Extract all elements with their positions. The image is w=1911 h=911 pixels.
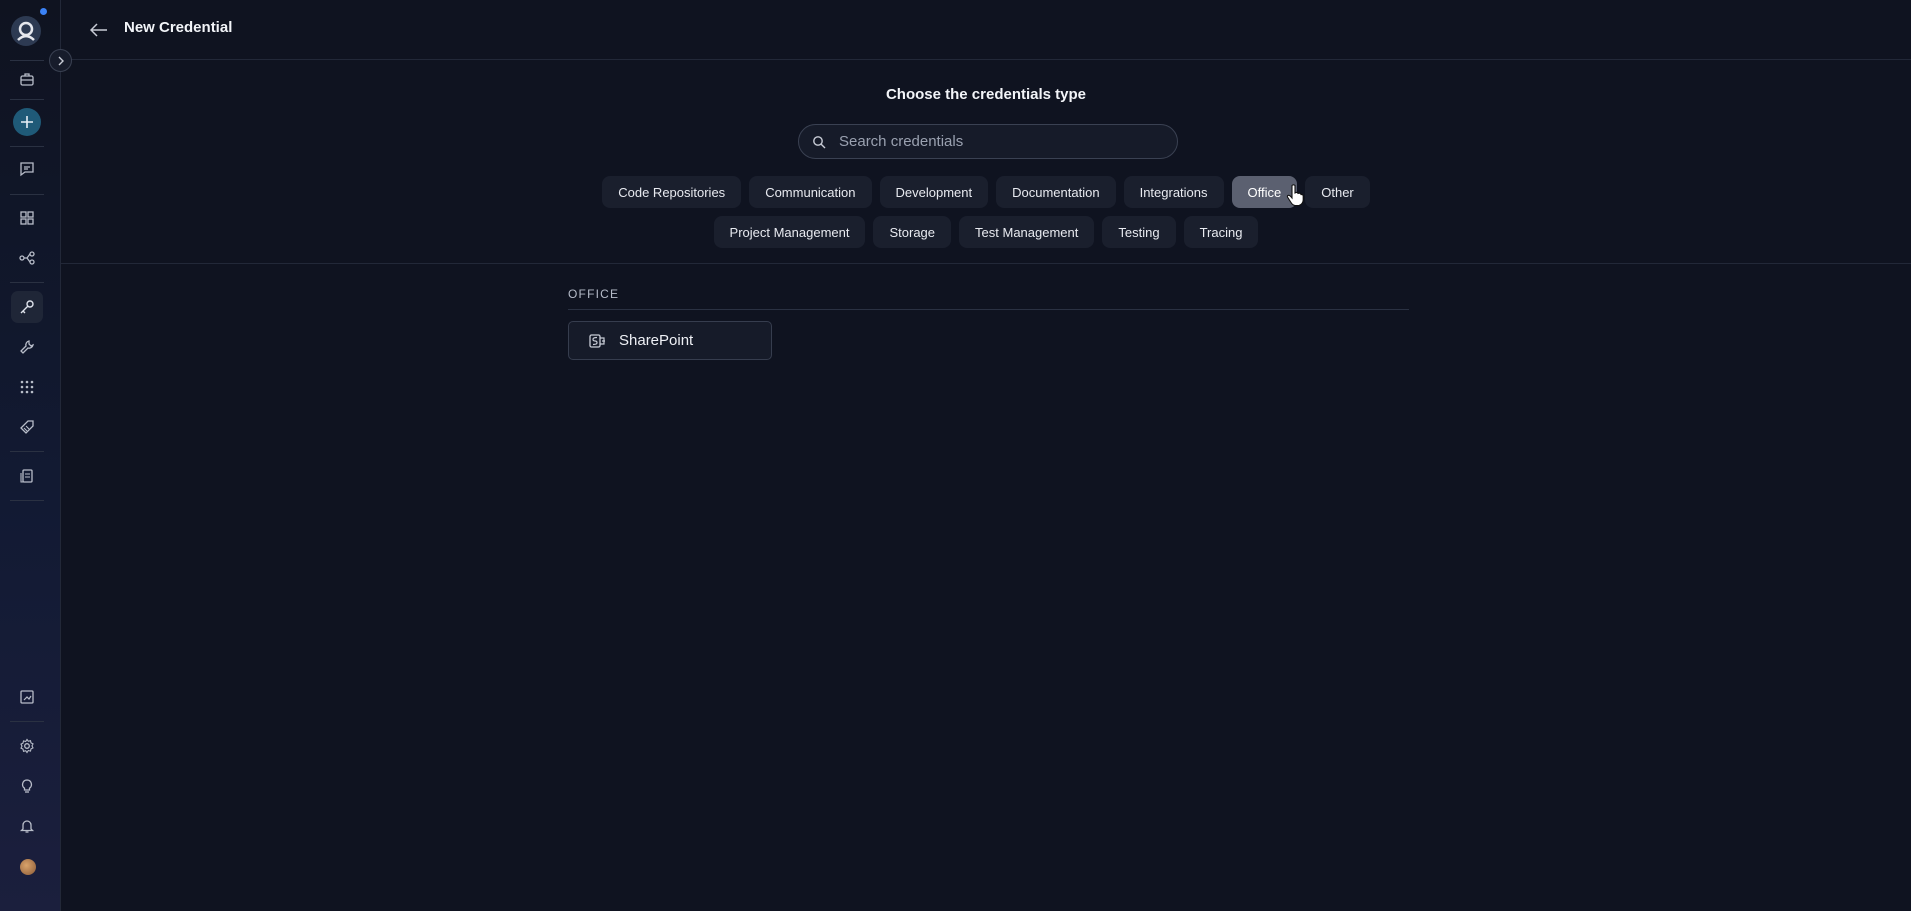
section-rule (568, 309, 1409, 310)
sidebar-divider (10, 60, 44, 61)
category-chip-integrations[interactable]: Integrations (1123, 176, 1224, 208)
briefcase-icon (20, 73, 34, 86)
sidebar-item-dashboard[interactable] (11, 202, 43, 234)
category-chip-test-management[interactable]: Test Management (959, 216, 1095, 248)
credential-label: SharePoint (619, 332, 694, 349)
wrench-icon (20, 340, 34, 354)
search-icon (813, 135, 826, 148)
sidebar-item-apps[interactable] (11, 371, 43, 403)
flow-icon (19, 251, 35, 265)
section-label: OFFICE (568, 287, 620, 301)
search-box[interactable] (798, 124, 1178, 159)
sidebar-divider (10, 146, 44, 147)
sidebar-item-credentials[interactable] (11, 291, 43, 323)
category-chip-testing[interactable]: Testing (1102, 216, 1176, 248)
settings-icon (20, 738, 34, 754)
bell-icon (19, 820, 35, 833)
hand-cursor-icon (1286, 184, 1304, 207)
tag-icon (20, 420, 34, 434)
category-chip-project-management[interactable]: Project Management (713, 216, 866, 248)
credential-card-sharepoint[interactable]: SharePoint (568, 321, 772, 360)
sidebar-divider (10, 194, 44, 195)
back-button[interactable] (87, 18, 111, 42)
page-title: New Credential (124, 19, 233, 36)
grid-icon (20, 211, 34, 225)
category-filters-row-1: Code Repositories Communication Developm… (61, 176, 1911, 208)
logo[interactable] (11, 16, 41, 46)
notification-dot (40, 8, 47, 15)
top-bar: New Credential (61, 0, 1911, 60)
lightbulb-icon (21, 779, 33, 793)
sidebar (0, 0, 61, 911)
category-chip-code-repositories[interactable]: Code Repositories (602, 176, 742, 208)
sidebar-item-workspaces[interactable] (11, 63, 43, 95)
sidebar-item-documents[interactable] (11, 460, 43, 492)
sidebar-item-settings[interactable] (11, 730, 43, 762)
category-filters-row-2: Project Management Storage Test Manageme… (61, 216, 1911, 248)
search-input[interactable] (839, 133, 1159, 150)
sidebar-item-tools[interactable] (11, 331, 43, 363)
avatar[interactable] (20, 859, 36, 875)
sidebar-divider (10, 500, 44, 501)
sidebar-divider (10, 282, 44, 283)
category-chip-documentation[interactable]: Documentation (996, 176, 1116, 208)
sidebar-item-chat[interactable] (11, 153, 43, 185)
apps-icon (20, 380, 34, 394)
document-icon (20, 469, 33, 483)
sidebar-item-flows[interactable] (11, 242, 43, 274)
sidebar-item-notifications[interactable] (11, 810, 43, 842)
category-chip-development[interactable]: Development (879, 176, 989, 208)
category-chip-tracing[interactable]: Tracing (1183, 216, 1259, 248)
report-icon (20, 690, 34, 704)
chevron-right-icon (58, 56, 64, 65)
sidebar-item-reports[interactable] (11, 681, 43, 713)
sidebar-item-tags[interactable] (11, 411, 43, 443)
chat-icon (20, 162, 34, 177)
logo-icon (17, 21, 35, 41)
key-icon (20, 300, 34, 314)
arrow-left-icon (90, 23, 107, 37)
plus-icon (21, 116, 33, 128)
sidebar-divider (10, 721, 44, 722)
sidebar-item-tips[interactable] (11, 770, 43, 802)
category-chip-storage[interactable]: Storage (873, 216, 952, 248)
category-chip-other[interactable]: Other (1305, 176, 1370, 208)
section-heading: Choose the credentials type (885, 86, 1087, 103)
sharepoint-icon (589, 333, 605, 348)
sidebar-divider (10, 99, 44, 100)
divider (61, 263, 1911, 264)
category-chip-communication[interactable]: Communication (749, 176, 872, 208)
new-button[interactable] (13, 108, 41, 136)
sidebar-toggle-button[interactable] (49, 49, 72, 72)
sidebar-divider (10, 451, 44, 452)
